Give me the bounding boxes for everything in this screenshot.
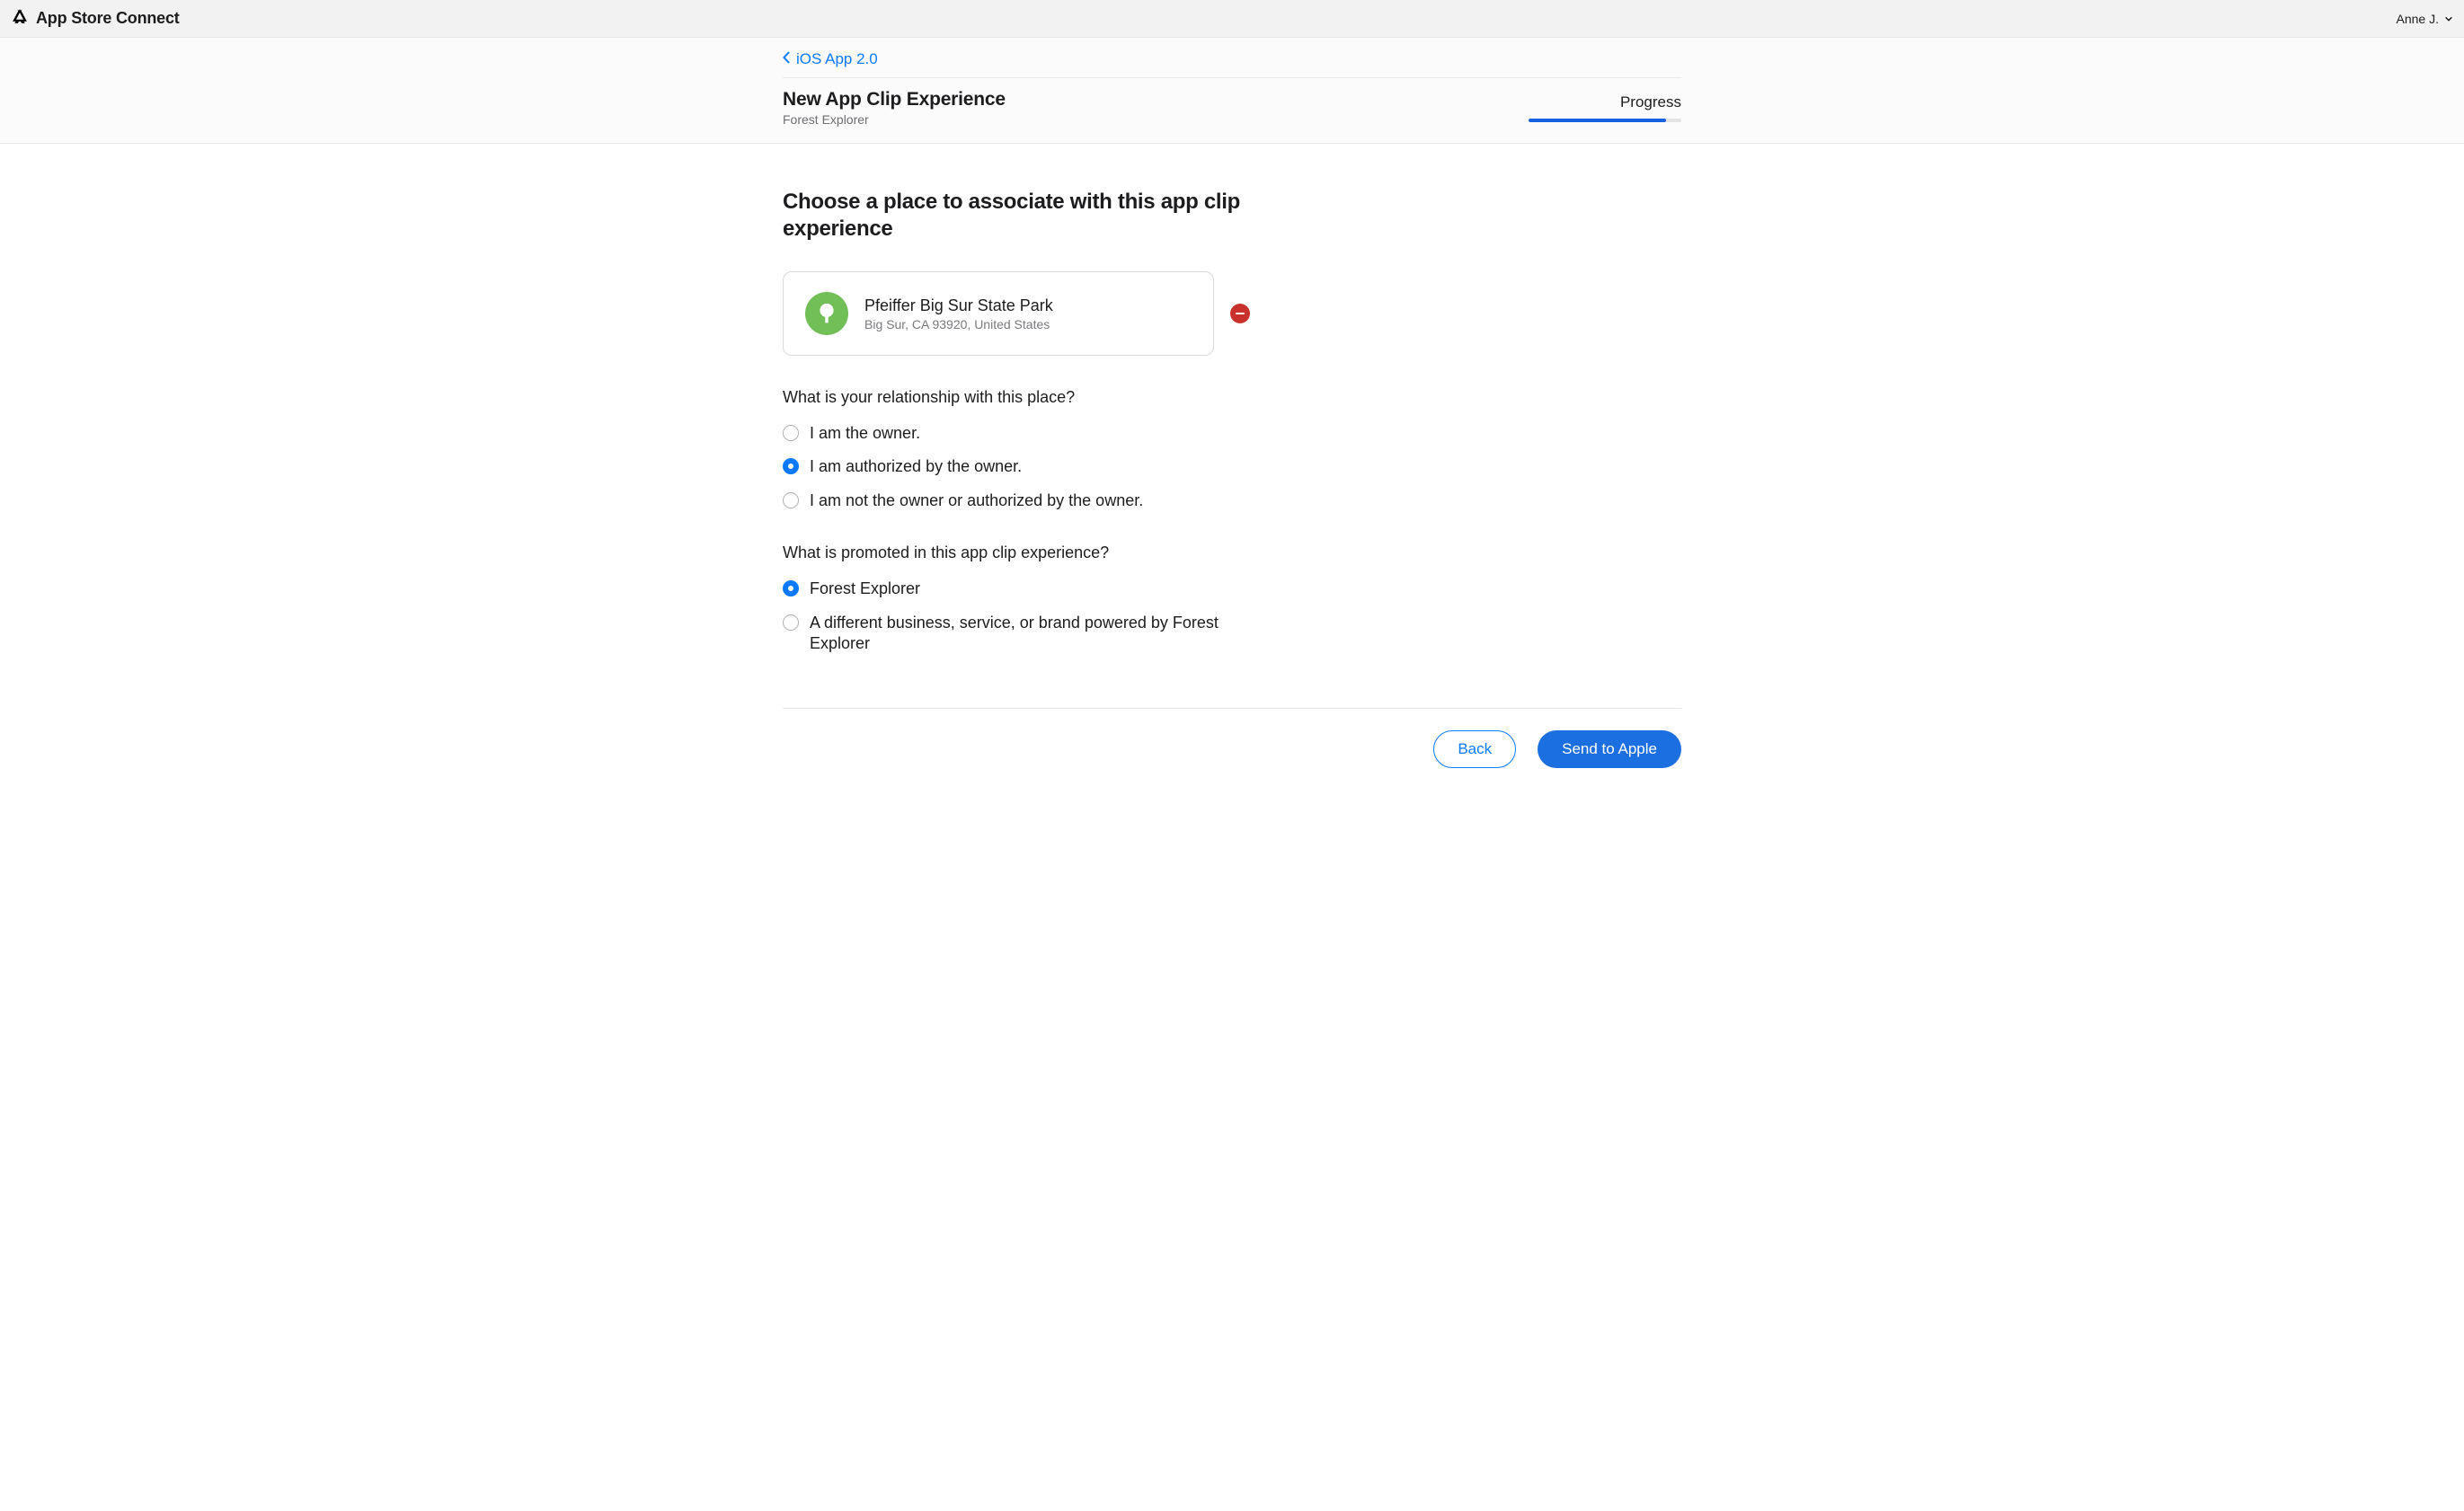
radio-authorized[interactable]: I am authorized by the owner. [783,456,1681,477]
question-prompt: What is promoted in this app clip experi… [783,543,1681,562]
radio-owner[interactable]: I am the owner. [783,423,1681,444]
question-prompt: What is your relationship with this plac… [783,388,1681,407]
remove-place-button[interactable] [1230,304,1250,323]
main: Choose a place to associate with this ap… [765,144,1699,804]
radio-different-business[interactable]: A different business, service, or brand … [783,613,1681,655]
radio-label: Forest Explorer [810,579,920,599]
radio-label: A different business, service, or brand … [810,613,1223,655]
progress-bar-fill [1529,119,1666,122]
relationship-question: What is your relationship with this plac… [783,388,1681,511]
back-button[interactable]: Back [1433,730,1516,768]
radio-input[interactable] [783,458,799,474]
chevron-left-icon [783,50,791,68]
chevron-down-icon [2444,12,2453,26]
app-store-icon [11,7,29,30]
radio-not-owner[interactable]: I am not the owner or authorized by the … [783,490,1681,511]
breadcrumb-back[interactable]: iOS App 2.0 [783,50,878,68]
section-title: Choose a place to associate with this ap… [783,189,1250,243]
radio-forest-explorer[interactable]: Forest Explorer [783,579,1681,599]
radio-input[interactable] [783,492,799,508]
progress: Progress [1529,93,1681,122]
app-name: App Store Connect [36,9,180,28]
user-label: Anne J. [2397,12,2439,26]
send-to-apple-button[interactable]: Send to Apple [1538,730,1681,768]
place-name: Pfeiffer Big Sur State Park [864,296,1053,315]
place-address: Big Sur, CA 93920, United States [864,317,1053,331]
user-menu[interactable]: Anne J. [2397,12,2453,26]
progress-bar [1529,119,1681,122]
radio-input[interactable] [783,614,799,631]
radio-label: I am authorized by the owner. [810,456,1022,477]
radio-label: I am the owner. [810,423,920,444]
minus-icon [1236,313,1245,314]
page-subtitle: Forest Explorer [783,112,1006,127]
promotion-question: What is promoted in this app clip experi… [783,543,1681,654]
footer: Back Send to Apple [783,708,1681,804]
tree-icon [805,292,848,335]
subheader: iOS App 2.0 New App Clip Experience Fore… [0,38,2464,144]
radio-input[interactable] [783,425,799,441]
topbar: App Store Connect Anne J. [0,0,2464,38]
progress-label: Progress [1529,93,1681,111]
place-card[interactable]: Pfeiffer Big Sur State Park Big Sur, CA … [783,271,1214,356]
breadcrumb-label: iOS App 2.0 [796,50,878,68]
radio-input[interactable] [783,580,799,596]
page-title: New App Clip Experience [783,89,1006,110]
radio-label: I am not the owner or authorized by the … [810,490,1143,511]
